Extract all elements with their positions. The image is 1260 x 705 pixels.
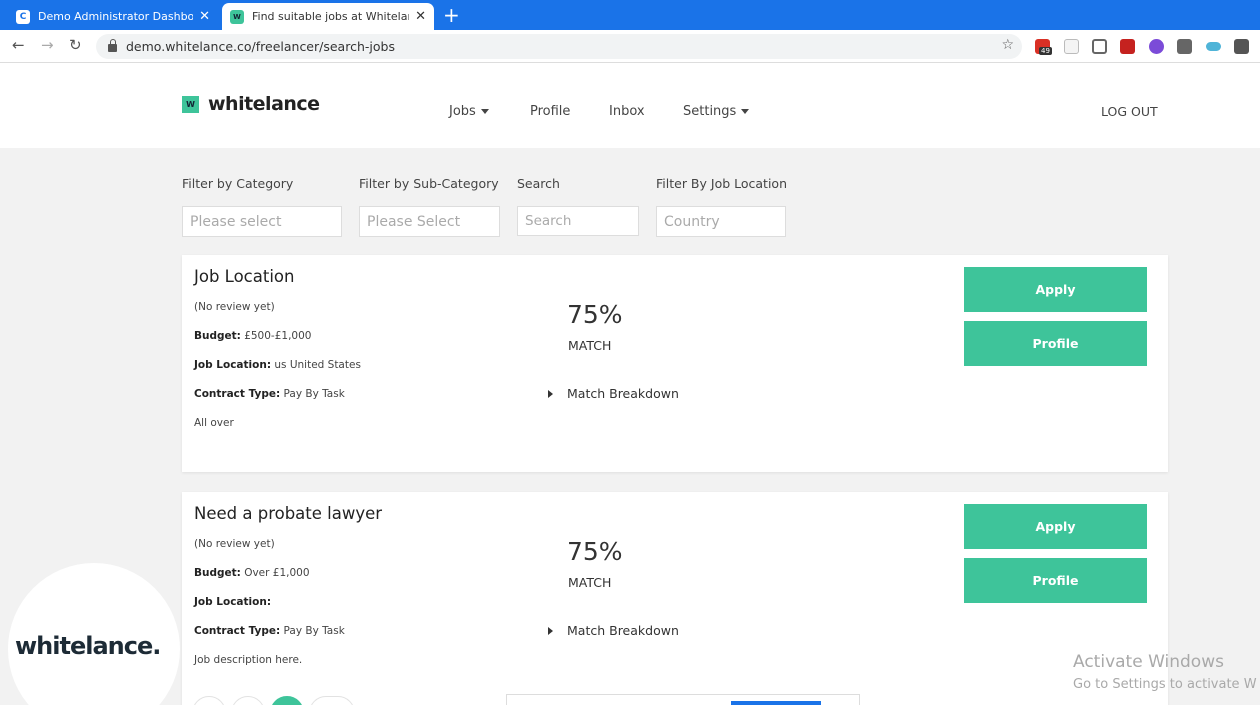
contract-value: Pay By Task <box>280 388 345 400</box>
browser-toolbar: ← → ↻ demo.whitelance.co/freelancer/sear… <box>0 30 1260 63</box>
caret-right-icon <box>548 626 553 635</box>
pdf-extension-icon[interactable] <box>1120 39 1135 54</box>
location-label: Job Location: <box>194 359 272 371</box>
budget-label: Budget: <box>194 330 241 342</box>
search-input[interactable] <box>517 206 639 236</box>
back-icon[interactable]: ← <box>12 36 25 54</box>
calendar-extension-icon[interactable]: 49 <box>1035 39 1052 55</box>
logout-link[interactable]: LOG OUT <box>1101 104 1158 119</box>
activate-windows-subtitle: Go to Settings to activate W <box>1073 677 1257 692</box>
browser-tab-admin[interactable]: C Demo Administrator Dashboard ✕ <box>8 3 218 30</box>
admin-favicon-icon: C <box>16 9 30 24</box>
chevron-down-icon <box>741 109 750 114</box>
profile-button[interactable]: Profile <box>964 558 1147 603</box>
contract-line: Contract Type: Pay By Task <box>194 625 345 637</box>
location-line: Job Location: <box>194 596 271 608</box>
caret-right-icon <box>548 389 553 398</box>
shield-extension-icon[interactable] <box>1064 39 1079 54</box>
match-percentage: 75% <box>567 300 623 329</box>
match-percentage: 75% <box>567 537 623 566</box>
close-tab-icon[interactable]: ✕ <box>199 9 210 24</box>
logo-text[interactable]: whitelance <box>208 93 320 115</box>
nav-settings[interactable]: Settings <box>683 104 750 119</box>
gear-extension-icon[interactable] <box>1149 39 1164 54</box>
match-breakdown-label: Match Breakdown <box>567 623 679 638</box>
contract-label: Contract Type: <box>194 625 281 637</box>
job-card: Need a probate lawyer (No review yet) Bu… <box>182 492 1168 705</box>
close-tab-icon[interactable]: ✕ <box>415 9 426 24</box>
search-label: Search <box>517 176 560 191</box>
nav-profile-label: Profile <box>530 104 571 119</box>
review-status: (No review yet) <box>194 301 275 313</box>
category-select[interactable] <box>182 206 342 237</box>
budget-value: Over £1,000 <box>240 567 310 579</box>
budget-label: Budget: <box>194 567 241 579</box>
cloud-extension-icon[interactable] <box>1206 42 1221 51</box>
match-breakdown-toggle[interactable]: Match Breakdown <box>548 386 679 401</box>
contract-value: Pay By Task <box>280 625 345 637</box>
watermark-logo: whitelance. <box>15 632 161 660</box>
location-filter-label: Filter By Job Location <box>656 176 787 191</box>
reload-icon[interactable]: ↻ <box>69 36 82 54</box>
match-breakdown-toggle[interactable]: Match Breakdown <box>548 623 679 638</box>
nav-inbox[interactable]: Inbox <box>609 104 645 119</box>
lock-icon <box>108 39 117 52</box>
url-text: demo.whitelance.co/freelancer/search-job… <box>126 39 395 54</box>
match-breakdown-label: Match Breakdown <box>567 386 679 401</box>
extension-badge: 49 <box>1039 47 1052 55</box>
nav-profile[interactable]: Profile <box>530 104 570 119</box>
address-bar[interactable]: demo.whitelance.co/freelancer/search-job… <box>96 34 1022 59</box>
match-label: MATCH <box>568 338 612 353</box>
job-card: Job Location (No review yet) Budget: £50… <box>182 255 1168 472</box>
nav-settings-label: Settings <box>683 104 737 119</box>
nav-jobs-label: Jobs <box>449 104 476 119</box>
nav-inbox-label: Inbox <box>609 104 645 119</box>
camera-extension-icon[interactable] <box>1092 39 1107 54</box>
contract-line: Contract Type: Pay By Task <box>194 388 345 400</box>
logo-mark-icon[interactable]: W <box>182 96 199 113</box>
contract-label: Contract Type: <box>194 388 281 400</box>
job-description: All over <box>194 417 234 429</box>
location-line: Job Location: us United States <box>194 359 361 371</box>
puzzle-extension-icon[interactable] <box>1177 39 1192 54</box>
widget-progress-icon <box>731 701 821 705</box>
job-title[interactable]: Job Location <box>194 267 294 286</box>
bookmark-star-icon[interactable]: ☆ <box>1001 37 1014 53</box>
budget-line: Budget: Over £1,000 <box>194 567 310 579</box>
apply-button[interactable]: Apply <box>964 267 1147 312</box>
job-title[interactable]: Need a probate lawyer <box>194 504 382 523</box>
location-label: Job Location: <box>194 596 272 608</box>
budget-line: Budget: £500-£1,000 <box>194 330 311 342</box>
whitelance-favicon-icon: W <box>230 9 244 24</box>
job-description: Job description here. <box>194 654 303 666</box>
subcategory-select[interactable] <box>359 206 500 237</box>
chevron-down-icon <box>480 109 489 114</box>
tab-title: Find suitable jobs at Whitelance. <box>252 10 409 23</box>
profile-button[interactable]: Profile <box>964 321 1147 366</box>
bottom-widget <box>506 694 860 705</box>
extensions-menu-icon[interactable] <box>1234 39 1249 54</box>
location-value: us United States <box>271 359 361 371</box>
tab-title: Demo Administrator Dashboard <box>38 10 194 23</box>
nav-jobs[interactable]: Jobs <box>449 104 489 119</box>
forward-icon[interactable]: → <box>41 36 54 54</box>
activate-windows-title: Activate Windows <box>1073 652 1224 672</box>
new-tab-icon[interactable]: + <box>443 3 460 27</box>
match-label: MATCH <box>568 575 612 590</box>
budget-value: £500-£1,000 <box>240 330 312 342</box>
category-filter-label: Filter by Category <box>182 176 294 191</box>
subcategory-filter-label: Filter by Sub-Category <box>359 176 499 191</box>
review-status: (No review yet) <box>194 538 275 550</box>
browser-tab-whitelance[interactable]: W Find suitable jobs at Whitelance. ✕ <box>222 3 434 30</box>
browser-tabbar: C Demo Administrator Dashboard ✕ W Find … <box>0 0 1260 30</box>
site-header: W whitelance Jobs Profile Inbox Settings… <box>0 63 1260 148</box>
apply-button[interactable]: Apply <box>964 504 1147 549</box>
country-input[interactable] <box>656 206 786 237</box>
